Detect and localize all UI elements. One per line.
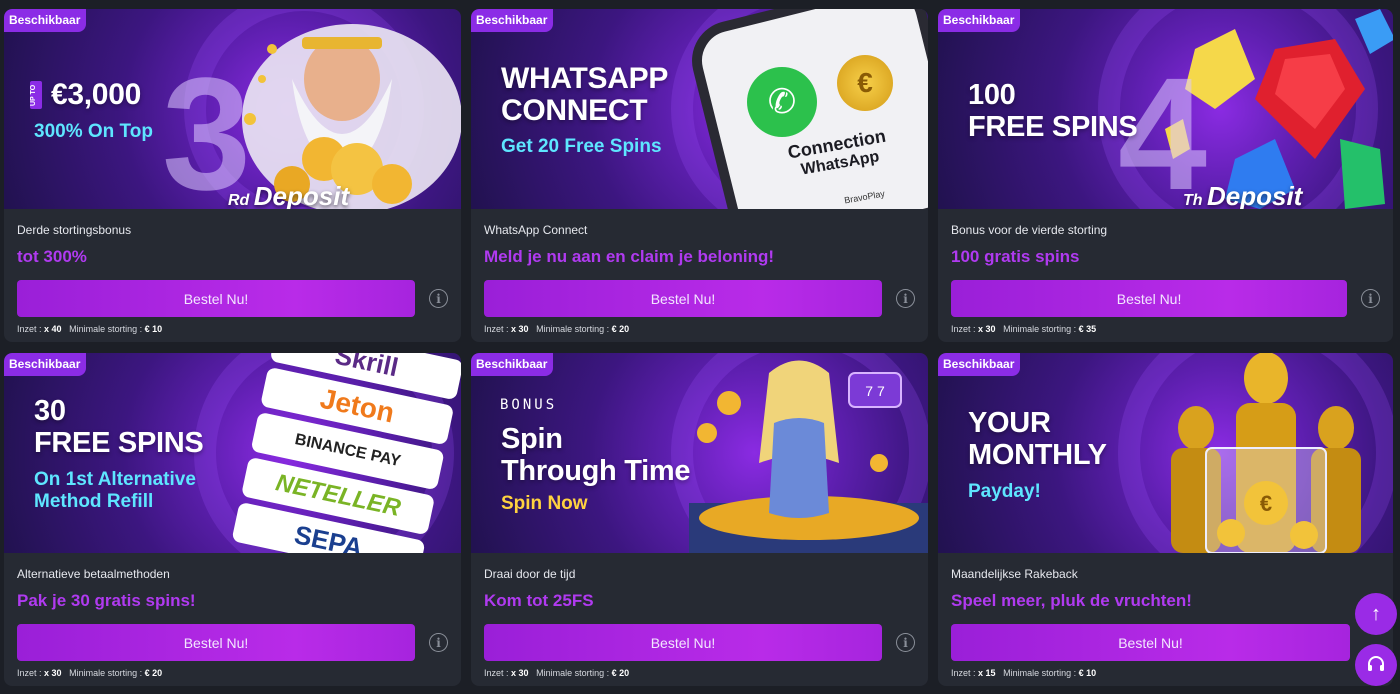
payment-methods-stack: Skrill Jeton BINANCE PAY NETELLER SEPA — [230, 353, 461, 553]
bonus-banner[interactable]: Beschikbaar YOUR MONTHLY Payday! € — [938, 353, 1393, 553]
bonus-headline: YOUR MONTHLY — [968, 407, 1107, 471]
god-illustration — [242, 24, 461, 209]
info-icon[interactable]: i — [429, 289, 448, 308]
svg-text:€: € — [1260, 491, 1272, 516]
arrow-up-icon[interactable]: ↑ — [1355, 593, 1397, 635]
bonus-banner[interactable]: Beschikbaar UP TO €3,000 300% On Top 3 R… — [4, 9, 461, 209]
bonus-terms: Inzet : x 40 Minimale storting : € 10 — [17, 324, 163, 334]
bonus-promo: 100 gratis spins — [951, 247, 1080, 266]
bonus-headline: 30 FREE SPINS — [34, 395, 204, 459]
bonus-headline: Spin Through Time — [501, 423, 691, 487]
bonus-banner[interactable]: Beschikbaar WHATSAPP CONNECT Get 20 Free… — [471, 9, 928, 209]
bonus-title: Draai door de tijd — [484, 567, 576, 581]
bonus-headline: WHATSAPP CONNECT — [501, 62, 669, 127]
status-badge: Beschikbaar — [4, 353, 87, 376]
bonus-promo: Speel meer, pluk de vruchten! — [951, 591, 1192, 610]
status-badge: Beschikbaar — [471, 9, 554, 32]
bonus-promo: Pak je 30 gratis spins! — [17, 591, 196, 610]
bonus-banner[interactable]: Beschikbaar 30 FREE SPINS On 1st Alterna… — [4, 353, 461, 553]
status-badge: Beschikbaar — [938, 9, 1021, 32]
info-icon[interactable]: i — [896, 633, 915, 652]
bonus-promo: Kom tot 25FS — [484, 591, 594, 610]
bonus-banner[interactable]: Beschikbaar BONUS Spin Through Time Spin… — [471, 353, 928, 553]
bonus-terms: Inzet : x 15 Minimale storting : € 10 — [951, 668, 1097, 678]
character-illustration: 7 7 — [689, 360, 928, 553]
status-badge: Beschikbaar — [4, 9, 87, 32]
info-icon[interactable]: i — [896, 289, 915, 308]
bonus-subheadline: Payday! — [968, 481, 1041, 502]
headset-icon[interactable] — [1355, 644, 1397, 686]
order-button[interactable]: Bestel Nu! — [17, 624, 416, 661]
bonus-subheadline: Spin Now — [501, 493, 588, 514]
bonus-title: Bonus voor de vierde storting — [951, 223, 1108, 237]
bonus-terms: Inzet : x 30 Minimale storting : € 20 — [17, 668, 163, 678]
bonus-headline: €3,000 — [51, 78, 141, 111]
whatsapp-icon: ✆ — [747, 67, 817, 137]
bonus-promo: tot 300% — [17, 247, 87, 266]
bonus-promo: Meld je nu aan en claim je beloning! — [484, 247, 774, 266]
order-button[interactable]: Bestel Nu! — [484, 280, 883, 317]
deposit-label: Th Deposit — [1183, 181, 1303, 209]
bonus-terms: Inzet : x 30 Minimale storting : € 35 — [951, 324, 1097, 334]
bonus-card-whatsapp: Beschikbaar WHATSAPP CONNECT Get 20 Free… — [471, 9, 928, 342]
bonus-grid: Beschikbaar UP TO €3,000 300% On Top 3 R… — [4, 9, 1394, 686]
svg-text:7 7: 7 7 — [865, 383, 885, 399]
bonus-card-third-deposit: Beschikbaar UP TO €3,000 300% On Top 3 R… — [4, 9, 461, 342]
info-icon[interactable]: i — [1361, 289, 1380, 308]
bonus-title: WhatsApp Connect — [484, 223, 588, 237]
bonus-card-monthly-rakeback: Beschikbaar YOUR MONTHLY Payday! € Maand… — [938, 353, 1393, 686]
status-badge: Beschikbaar — [471, 353, 554, 376]
order-button[interactable]: Bestel Nu! — [17, 280, 416, 317]
order-button[interactable]: Bestel Nu! — [951, 280, 1348, 317]
bonus-title: Derde stortingsbonus — [17, 223, 132, 237]
bonus-card-spin-through-time: Beschikbaar BONUS Spin Through Time Spin… — [471, 353, 928, 686]
bonus-title: Alternatieve betaalmethoden — [17, 567, 170, 581]
bonus-card-alternative-methods: Beschikbaar 30 FREE SPINS On 1st Alterna… — [4, 353, 461, 686]
bonus-title: Maandelijkse Rakeback — [951, 567, 1078, 581]
bonus-banner[interactable]: Beschikbaar 100 FREE SPINS 4 Th Deposit — [938, 9, 1393, 209]
bonus-terms: Inzet : x 30 Minimale storting : € 20 — [484, 324, 630, 334]
euro-coin-icon: € — [837, 55, 893, 111]
info-icon[interactable]: i — [429, 633, 448, 652]
bonus-card-fourth-deposit: Beschikbaar 100 FREE SPINS 4 Th Deposit … — [938, 9, 1393, 342]
bonus-terms: Inzet : x 30 Minimale storting : € 20 — [484, 668, 630, 678]
bonus-eyebrow: BONUS — [500, 397, 558, 413]
bonus-subheadline: Get 20 Free Spins — [501, 136, 662, 157]
status-badge: Beschikbaar — [938, 353, 1021, 376]
bonus-subheadline: On 1st Alternative Method Refill — [34, 469, 196, 512]
order-button[interactable]: Bestel Nu! — [951, 624, 1350, 661]
bonus-subheadline: 300% On Top — [34, 121, 153, 142]
deposit-label: Rd Deposit — [228, 181, 350, 209]
upto-label: UP TO — [30, 81, 42, 109]
bonus-headline: 100 FREE SPINS — [968, 79, 1138, 143]
order-button[interactable]: Bestel Nu! — [484, 624, 883, 661]
golden-statues-illustration: € — [1171, 353, 1361, 553]
